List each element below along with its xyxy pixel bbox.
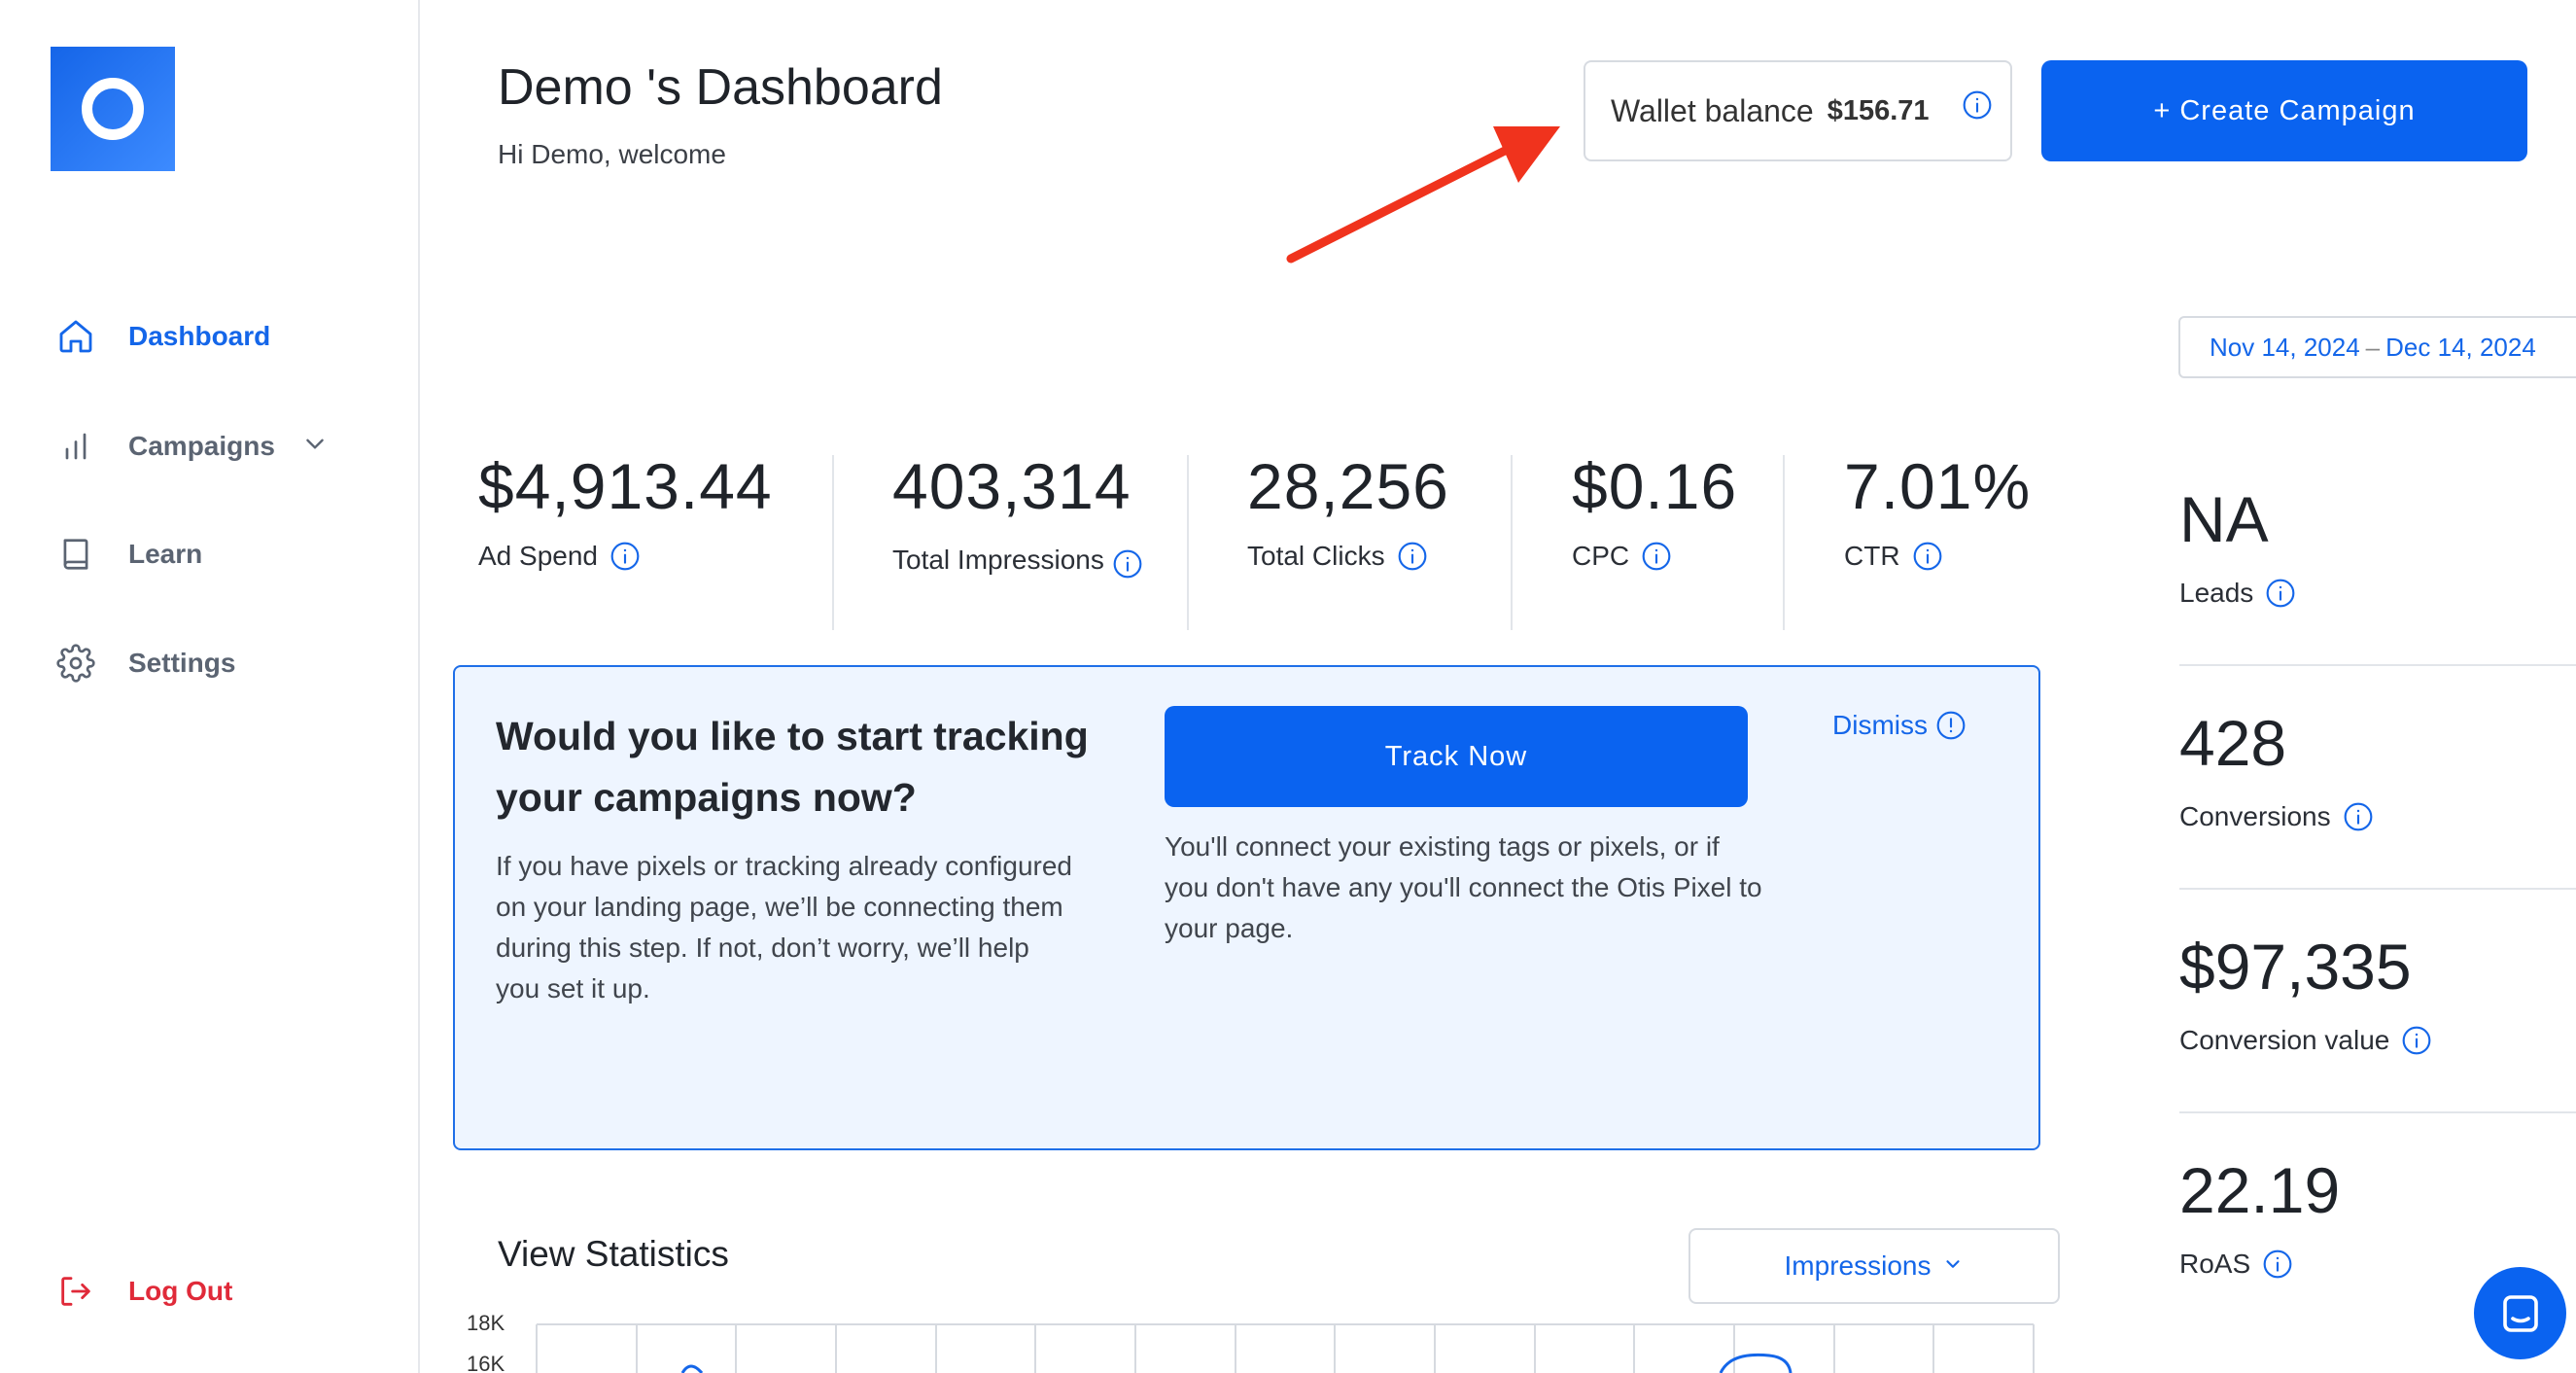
view-statistics-title: View Statistics [498, 1234, 729, 1274]
tracking-title: Would you like to start tracking your ca… [496, 714, 1089, 820]
wallet-label: Wallet balance [1611, 92, 1814, 128]
stat-label: Total Impressions [892, 545, 1104, 575]
date-range-picker[interactable]: Nov 14, 2024 – Dec 14, 2024 [2178, 316, 2576, 378]
logout-label: Log Out [128, 1276, 233, 1306]
stat-value: $0.16 [1572, 450, 1738, 522]
stat-label: Total Clicks [1247, 541, 1385, 571]
tracking-note: You'll connect your existing tags or pix… [1165, 831, 1762, 943]
info-icon[interactable] [1112, 548, 1143, 580]
info-icon[interactable] [1641, 541, 1672, 572]
page-title: Demo 's Dashboard [498, 59, 943, 116]
chat-launcher-button[interactable] [2474, 1267, 2566, 1359]
bar-chart-icon [54, 425, 97, 468]
info-icon[interactable] [2343, 801, 2374, 832]
chevron-down-icon [1942, 1250, 1964, 1282]
stat-ad-spend: $4,913.44 Ad Spend [478, 449, 773, 572]
sidebar-item-campaigns[interactable]: Campaigns [54, 417, 328, 475]
home-icon [54, 315, 97, 358]
app-logo[interactable] [51, 47, 175, 171]
series-line [680, 1364, 704, 1373]
stat-roas: 22.19 RoAS [2179, 1153, 2340, 1280]
stat-conversion-value: $97,335 Conversion value [2179, 930, 2432, 1056]
sidebar-item-label: Campaigns [128, 431, 275, 461]
tracking-prompt-card: Would you like to start tracking your ca… [453, 665, 2040, 1150]
tracking-description: If you have pixels or tracking already c… [496, 851, 1072, 1003]
stat-label: Conversion value [2179, 1025, 2390, 1055]
stat-divider [2179, 664, 2576, 666]
stat-label: CTR [1844, 541, 1900, 571]
stat-value: 22.19 [2179, 1154, 2341, 1226]
sidebar-item-settings[interactable]: Settings [54, 634, 235, 692]
logo-ring [82, 78, 144, 140]
sidebar-item-label: Dashboard [128, 321, 271, 351]
statistics-chart: 18K 16K [467, 1311, 2035, 1373]
info-icon[interactable] [2265, 578, 2296, 609]
sidebar-item-label: Learn [128, 539, 203, 569]
stat-leads: NA Leads [2179, 482, 2296, 609]
stat-divider [2179, 1111, 2576, 1113]
date-end: Dec 14, 2024 [2385, 332, 2536, 362]
stat-value: 28,256 [1247, 450, 1449, 522]
stat-total-clicks: 28,256 Total Clicks [1247, 449, 1449, 572]
stat-value: NA [2179, 483, 2269, 555]
stat-divider [2179, 888, 2576, 890]
sidebar-item-dashboard[interactable]: Dashboard [54, 307, 270, 366]
dismiss-label: Dismiss [1832, 710, 1928, 740]
stat-total-impressions: 403,314 Total Impressions [892, 449, 1145, 580]
metric-dropdown[interactable]: Impressions [1688, 1228, 2060, 1304]
info-icon[interactable] [2262, 1249, 2293, 1280]
info-icon[interactable] [1397, 541, 1428, 572]
info-icon[interactable] [2401, 1025, 2432, 1056]
y-tick-label: 16K [467, 1352, 505, 1373]
book-icon [54, 533, 97, 576]
info-icon[interactable] [609, 541, 641, 572]
annotation-arrow-icon [1286, 126, 1560, 264]
stat-conversions: 428 Conversions [2179, 706, 2374, 832]
welcome-text: Hi Demo, welcome [498, 139, 726, 169]
metric-selected: Impressions [1784, 1250, 1932, 1281]
stat-value: $4,913.44 [478, 450, 773, 522]
info-icon[interactable] [1935, 710, 1967, 741]
info-icon[interactable] [1962, 89, 1993, 121]
sidebar-item-label: Settings [128, 648, 236, 678]
stat-label: RoAS [2179, 1249, 2251, 1279]
stat-divider [832, 455, 834, 630]
chart-grid [536, 1323, 2035, 1373]
stat-value: 403,314 [892, 450, 1131, 522]
chevron-down-icon[interactable] [302, 431, 328, 463]
sidebar: Dashboard Campaigns Learn Settings Log O… [0, 0, 420, 1373]
stat-divider [1511, 455, 1513, 630]
stat-label: Leads [2179, 578, 2254, 608]
wallet-amount: $156.71 [1827, 94, 1930, 126]
stat-label: Ad Spend [478, 541, 598, 571]
stat-label: Conversions [2179, 801, 2331, 831]
gear-icon [54, 642, 97, 685]
stat-value: 428 [2179, 707, 2287, 779]
sidebar-item-learn[interactable]: Learn [54, 525, 202, 583]
stat-value: $97,335 [2179, 931, 2412, 1003]
date-start: Nov 14, 2024 [2210, 332, 2360, 362]
stat-value: 7.01% [1844, 450, 2032, 522]
track-now-button[interactable]: Track Now [1165, 706, 1748, 807]
wallet-balance[interactable]: Wallet balance $156.71 [1584, 60, 2012, 161]
y-tick-label: 18K [467, 1311, 505, 1335]
series-line [1719, 1353, 1793, 1373]
stat-divider [1187, 455, 1189, 630]
logout-button[interactable]: Log Out [54, 1262, 232, 1320]
logout-icon [54, 1270, 97, 1313]
stat-cpc: $0.16 CPC [1572, 449, 1737, 572]
chat-icon [2497, 1290, 2544, 1337]
create-campaign-button[interactable]: + Create Campaign [2041, 60, 2527, 161]
dismiss-button[interactable]: Dismiss [1832, 710, 1967, 741]
stat-divider [1783, 455, 1785, 630]
date-separator: – [2365, 332, 2381, 362]
stat-ctr: 7.01% CTR [1844, 449, 2031, 572]
stat-label: CPC [1572, 541, 1630, 571]
info-icon[interactable] [1912, 541, 1943, 572]
